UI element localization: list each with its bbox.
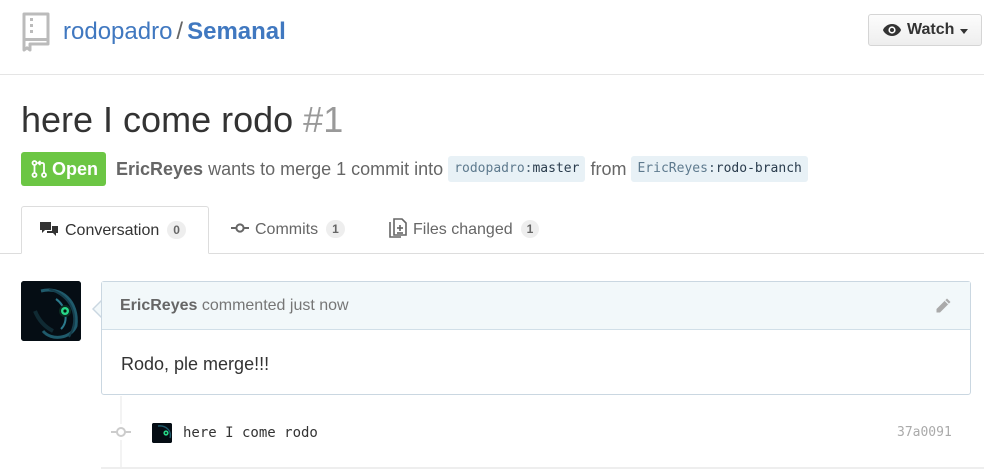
repo-owner-link[interactable]: rodopadro — [63, 18, 172, 45]
head-branch-ref[interactable]: EricReyes:rodo-branch — [631, 156, 808, 183]
avatar-image — [152, 423, 172, 443]
pr-state-badge: Open — [21, 152, 106, 186]
base-branch-ref[interactable]: rodopadro:master — [448, 156, 586, 183]
tab-conversation-count: 0 — [167, 220, 186, 239]
base-ref-user: rodopadro — [454, 161, 525, 177]
from-text: from — [590, 159, 627, 179]
pr-title-text: here I come rodo — [21, 99, 294, 140]
comment-body: Rodo, ple merge!!! — [121, 354, 270, 374]
watch-button-label: Watch — [907, 21, 955, 38]
tab-files-changed-label: Files changed — [413, 221, 513, 238]
commit-sha-link[interactable]: 37a0091 — [897, 424, 952, 442]
pr-title: here I come rodo #1 — [21, 98, 343, 142]
comment-author-link[interactable]: EricReyes — [120, 297, 197, 314]
comment-action: commented just now — [201, 297, 349, 314]
head-ref-branch: rodo-branch — [715, 161, 802, 177]
eye-icon — [883, 24, 901, 36]
pr-author-link[interactable]: EricReyes — [116, 159, 203, 179]
comment-discussion-icon — [40, 221, 58, 236]
head-ref-user: EricReyes — [637, 161, 708, 177]
tab-files-changed-count: 1 — [520, 219, 540, 238]
tab-commits[interactable]: Commits 1 — [231, 206, 345, 254]
avatar[interactable] — [21, 281, 81, 341]
tab-commits-label: Commits — [255, 221, 319, 238]
pr-number: #1 — [303, 99, 344, 140]
git-commit-icon — [231, 223, 249, 233]
diff-icon — [389, 217, 407, 238]
pencil-icon[interactable] — [934, 297, 952, 315]
tab-conversation[interactable]: Conversation 0 — [21, 206, 209, 254]
repo-header: rodopadro / Semanal Watch — [0, 0, 984, 75]
chevron-down-icon — [960, 29, 968, 34]
git-pull-request-icon — [31, 160, 47, 178]
repo-icon — [22, 12, 50, 52]
comment-box: EricReyes commented just now Rodo, ple m… — [101, 281, 971, 395]
repo-title: rodopadro / Semanal — [63, 16, 286, 48]
tab-commits-count: 1 — [326, 219, 345, 238]
git-commit-icon — [111, 424, 131, 440]
tab-conversation-label: Conversation — [65, 222, 160, 239]
pr-state-label: Open — [52, 159, 99, 179]
base-ref-branch: master — [532, 161, 580, 177]
tab-files-changed[interactable]: Files changed 1 — [389, 206, 540, 254]
commit-author-avatar[interactable] — [152, 423, 172, 443]
commit-message-link[interactable]: here I come rodo — [183, 424, 318, 442]
merge-text: wants to merge 1 commit into — [208, 159, 444, 179]
pr-merge-summary: EricReyes wants to merge 1 commit into r… — [116, 156, 808, 183]
watch-button[interactable]: Watch — [868, 14, 982, 46]
comment-header: EricReyes commented just now — [102, 282, 970, 330]
repo-name-link[interactable]: Semanal — [187, 18, 286, 45]
avatar-image — [21, 281, 81, 341]
repo-path-separator: / — [176, 18, 184, 45]
